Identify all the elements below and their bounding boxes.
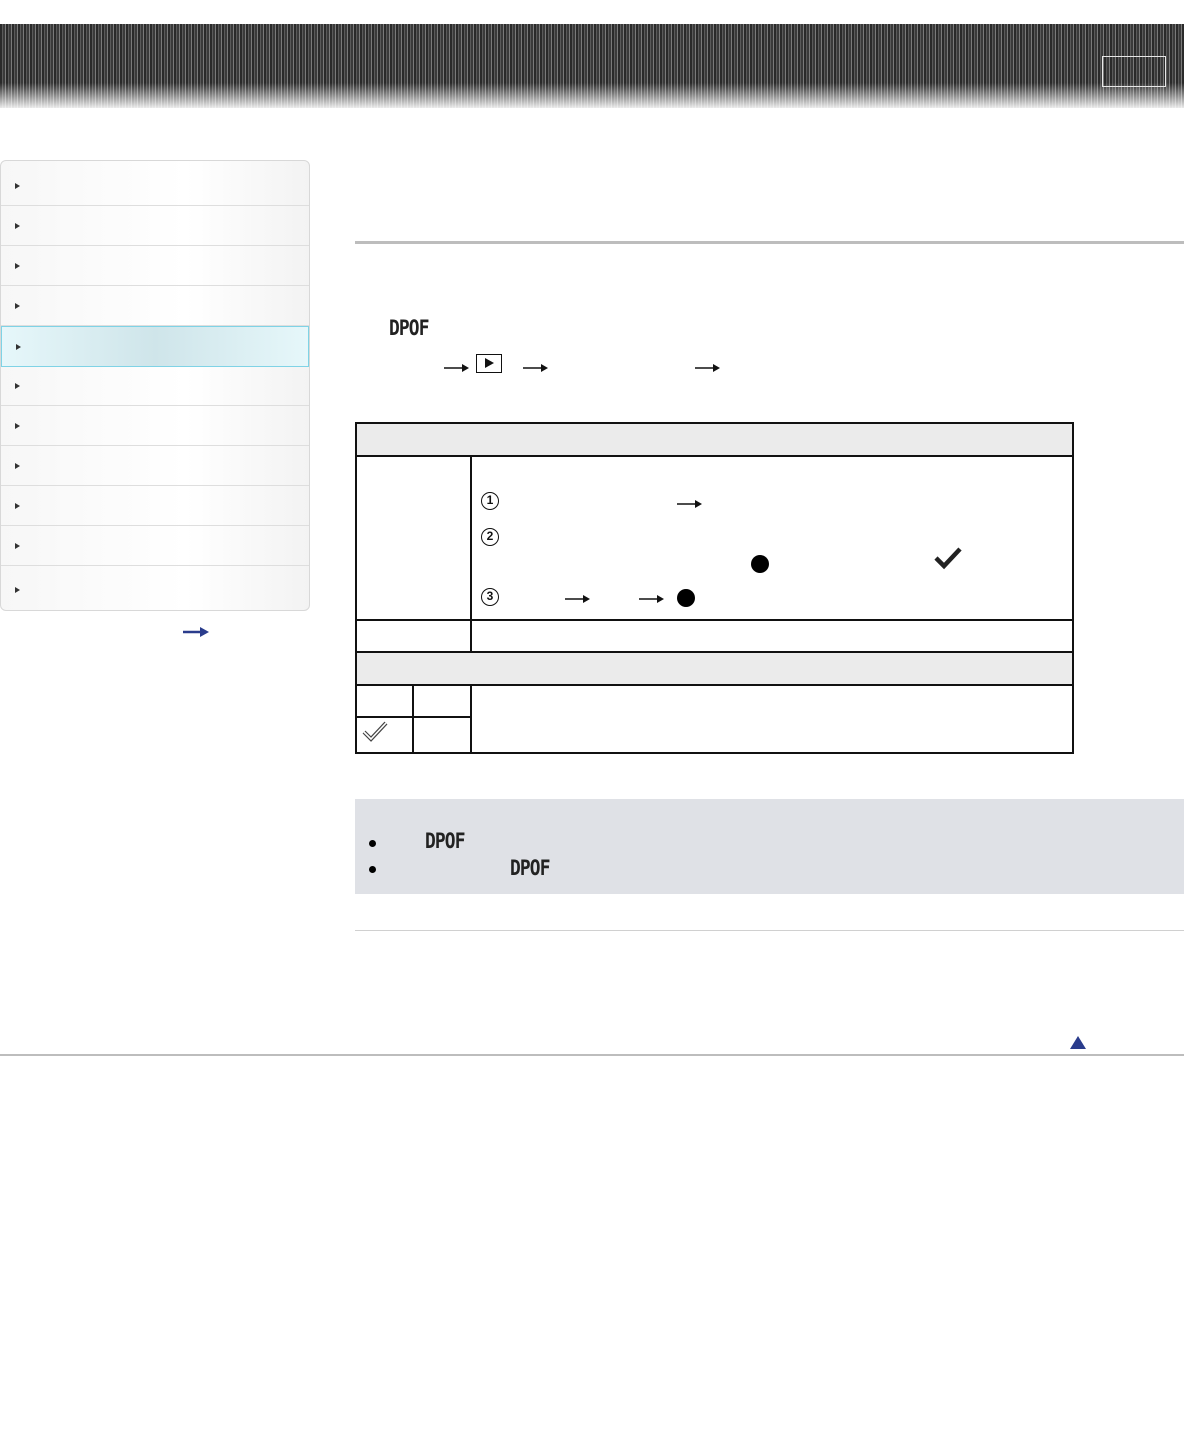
title-divider <box>355 241 1184 244</box>
bullet-arrow-icon <box>15 543 20 549</box>
print-mark-icon <box>362 721 388 742</box>
right-arrow-icon <box>695 364 720 372</box>
playback-icon <box>476 354 502 373</box>
right-arrow-icon <box>565 595 590 603</box>
footer-divider <box>0 1054 1184 1056</box>
bullet-arrow-icon <box>15 586 20 593</box>
right-arrow-icon <box>639 595 664 603</box>
sidebar-item[interactable] <box>1 527 309 566</box>
bullet-arrow-icon <box>16 343 21 350</box>
dpof-logo: DPOF <box>510 856 550 880</box>
settings-table: 1 2 3 <box>355 422 1074 754</box>
checkmark-icon <box>934 547 962 570</box>
sidebar-nav <box>0 160 310 611</box>
bullet-arrow-icon <box>15 223 20 229</box>
sidebar-item[interactable] <box>1 167 309 206</box>
more-link-arrow-icon[interactable] <box>182 626 210 638</box>
bullet-icon <box>369 840 376 847</box>
step-3-icon: 3 <box>481 588 499 606</box>
step-2-icon: 2 <box>481 528 499 546</box>
content-divider <box>355 930 1184 931</box>
bullet-arrow-icon <box>15 183 20 189</box>
bullet-arrow-icon <box>15 423 20 429</box>
dpof-logo: DPOF <box>425 829 465 853</box>
filled-dot-icon <box>751 555 769 573</box>
header-banner <box>0 24 1184 108</box>
sidebar-item[interactable] <box>1 447 309 486</box>
note-box: DPOF DPOF <box>355 799 1184 894</box>
bullet-arrow-icon <box>15 383 20 389</box>
bullet-arrow-icon <box>15 463 20 469</box>
dpof-logo: DPOF <box>389 316 429 340</box>
step-1-icon: 1 <box>481 492 499 510</box>
right-arrow-icon <box>444 364 469 372</box>
up-triangle-icon[interactable] <box>1070 1036 1086 1049</box>
sidebar-item[interactable] <box>1 287 309 326</box>
sidebar-item-active[interactable] <box>1 326 309 367</box>
bullet-icon <box>369 866 376 873</box>
sidebar-item[interactable] <box>1 247 309 286</box>
right-arrow-icon <box>677 500 702 508</box>
sidebar-item[interactable] <box>1 487 309 526</box>
sidebar-item[interactable] <box>1 367 309 406</box>
table-section-row <box>356 653 1073 684</box>
sidebar-item[interactable] <box>1 567 309 610</box>
right-arrow-icon <box>523 364 548 372</box>
sidebar-item[interactable] <box>1 207 309 246</box>
sidebar-item[interactable] <box>1 407 309 446</box>
bullet-arrow-icon <box>15 303 20 309</box>
bullet-arrow-icon <box>15 503 20 509</box>
bullet-arrow-icon <box>15 263 20 269</box>
filled-dot-icon <box>677 589 695 607</box>
table-header-row <box>356 423 1073 455</box>
header-button[interactable] <box>1102 56 1166 87</box>
